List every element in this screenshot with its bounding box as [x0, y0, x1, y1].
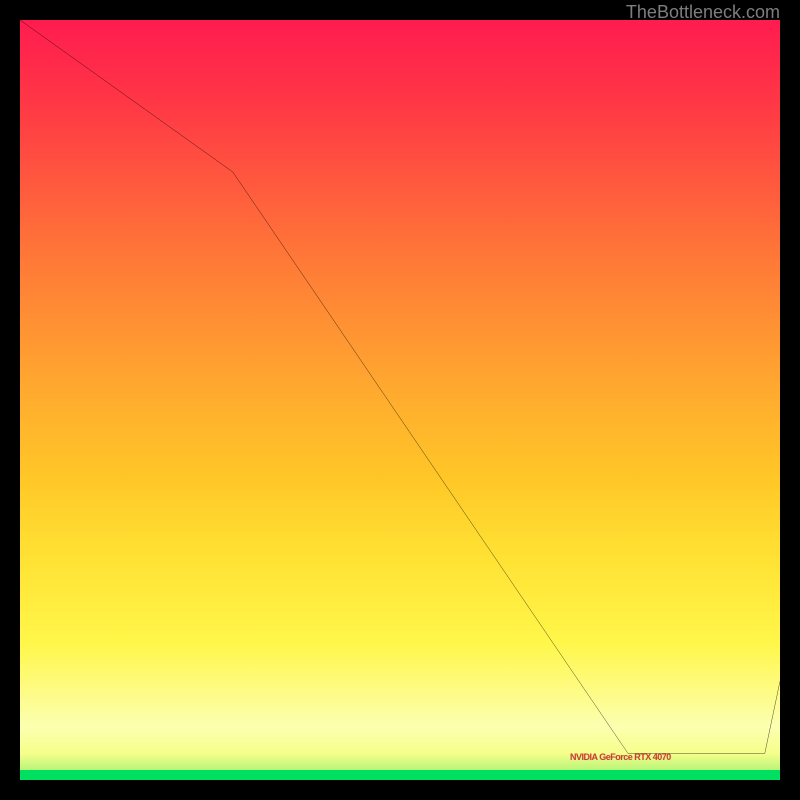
chart-frame: TheBottleneck.com NVIDIA GeForce RTX 407…	[0, 0, 800, 800]
line-plot-svg	[20, 20, 780, 780]
data-line	[20, 20, 780, 753]
plot-area: NVIDIA GeForce RTX 4070	[20, 20, 780, 780]
gpu-annotation: NVIDIA GeForce RTX 4070	[570, 752, 671, 762]
